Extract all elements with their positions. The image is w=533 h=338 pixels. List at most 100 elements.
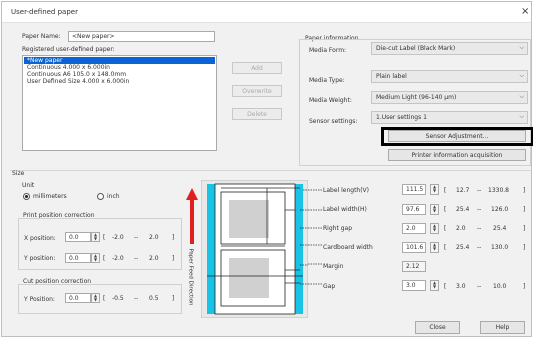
label-width-input[interactable]: 97.6 [402,204,426,215]
range-dash: -- [134,255,139,262]
delete-button[interactable]: Delete [232,108,282,120]
close-button[interactable]: Close [415,321,460,334]
registered-paper-label: Registered user-defined paper: [22,46,115,53]
range-close: ] [523,283,526,290]
range-dash: -- [134,234,139,241]
list-item[interactable]: Continuous 4.000 x 6.000in [24,64,215,71]
label-width-label: Label width(H) [323,206,367,213]
margin-value: 2.12 [402,261,426,272]
unit-inch-radio[interactable] [97,193,104,200]
range-open: [ [444,225,447,232]
cardboard-width-label: Cardboard width [323,244,373,251]
size-group-label: Size [12,170,25,177]
close-icon[interactable]: × [521,6,529,17]
x-position-min: -2.0 [112,234,124,241]
x-position-max: 2.0 [149,234,159,241]
range-dash: -- [477,244,482,251]
range-open: [ [103,234,106,241]
x-position-input[interactable]: 0.0 [65,232,91,242]
diagram-leader-lines [308,189,322,285]
right-gap-min: 2.0 [456,225,466,232]
x-position-label: X position: [24,235,56,242]
range-close: ] [172,255,175,262]
media-weight-select[interactable]: Medium Light (96-140 µm) ⌵ [371,91,528,104]
right-gap-label: Right gap [323,225,353,232]
right-gap-max: 25.4 [493,225,507,232]
label-length-label: Label length(V) [323,187,370,194]
add-button[interactable]: Add [232,62,282,74]
paper-name-input[interactable]: <New paper> [68,31,215,42]
gap-label: Gap [323,283,336,290]
sensor-settings-label: Sensor settings: [309,118,358,125]
cardboard-width-input[interactable]: 101.6 [402,242,426,253]
y-position-input[interactable]: 0.0 [65,253,91,263]
gap-max: 10.0 [493,283,507,290]
range-open: [ [444,206,447,213]
x-position-stepper[interactable]: ▲ ▼ [91,232,100,242]
chevron-down-icon: ⌵ [519,113,524,120]
unit-mm-label: millimeters [33,193,67,200]
window-title: User-defined paper [11,8,78,16]
label-width-stepper[interactable]: ▲ ▼ [430,204,439,215]
label-length-input[interactable]: 111.5 [402,184,426,195]
cardboard-width-max: 130.0 [491,244,509,251]
media-type-value: Plain label [376,73,407,80]
range-dash: -- [477,206,482,213]
registered-paper-list[interactable]: *New paper Continuous 4.000 x 6.000in Co… [22,55,217,151]
list-item[interactable]: *New paper [24,57,215,64]
printer-information-button[interactable]: Printer information acquisition [388,149,526,161]
media-type-select[interactable]: Plain label ⌵ [371,70,528,83]
label-width-max: 126.0 [491,206,509,213]
unit-label: Unit [22,182,35,189]
sensor-settings-select[interactable]: 1.User settings 1 ⌵ [371,111,528,124]
range-open: [ [444,244,447,251]
media-form-label: Media Form: [309,47,347,54]
chevron-down-icon: ⌵ [519,72,524,79]
range-close: ] [523,244,526,251]
help-button[interactable]: Help [480,321,525,334]
media-form-select[interactable]: Die-cut Label (Black Mark) ⌵ [371,42,528,55]
sensor-settings-value: 1.User settings 1 [376,114,427,121]
print-position-group [18,218,182,270]
range-close: ] [523,187,526,194]
margin-label: Margin [323,263,344,270]
label-length-min: 12.7 [456,187,470,194]
range-close: ] [172,234,175,241]
y-position-min: -2.0 [112,255,124,262]
y-position-stepper[interactable]: ▲ ▼ [91,253,100,263]
right-gap-stepper[interactable]: ▲ ▼ [430,223,439,234]
media-weight-label: Media Weight: [309,97,352,104]
cut-y-position-input[interactable]: 0.0 [65,293,91,303]
gap-input[interactable]: 3.0 [402,280,426,291]
title-bar: User-defined paper × [2,2,531,22]
unit-inch-label: inch [107,193,120,200]
list-item[interactable]: User Defined Size 4.000 x 6.000in [24,78,215,85]
list-item[interactable]: Continuous A6 105.0 x 148.0mm [24,71,215,78]
label-layout-diagram [201,180,308,318]
overwrite-button[interactable]: Overwrite [232,85,282,97]
y-position-max: 2.0 [149,255,159,262]
sensor-adjustment-button[interactable]: Sensor Adjustment... [388,130,526,142]
range-open: [ [103,255,106,262]
media-weight-value: Medium Light (96-140 µm) [376,94,457,101]
right-gap-input[interactable]: 2.0 [402,223,426,234]
label-width-min: 25.4 [456,206,470,213]
cut-y-position-min: -0.5 [112,295,124,302]
label-length-stepper[interactable]: ▲ ▼ [430,184,439,195]
range-open: [ [444,283,447,290]
range-dash: -- [477,225,482,232]
range-close: ] [523,206,526,213]
cardboard-width-stepper[interactable]: ▲ ▼ [430,242,439,253]
range-dash: -- [477,283,482,290]
range-dash: -- [134,295,139,302]
range-close: ] [523,225,526,232]
gap-stepper[interactable]: ▲ ▼ [430,280,439,291]
feed-direction-label: Paper Feed Direction [187,248,194,306]
chevron-down-icon: ⌵ [519,93,524,100]
cut-y-position-stepper[interactable]: ▲ ▼ [91,293,100,303]
gap-min: 3.0 [456,283,466,290]
range-close: ] [172,295,175,302]
feed-direction-label-wrap: Paper Feed Direction [186,248,200,308]
media-form-value: Die-cut Label (Black Mark) [376,45,456,52]
unit-mm-radio[interactable] [23,193,30,200]
